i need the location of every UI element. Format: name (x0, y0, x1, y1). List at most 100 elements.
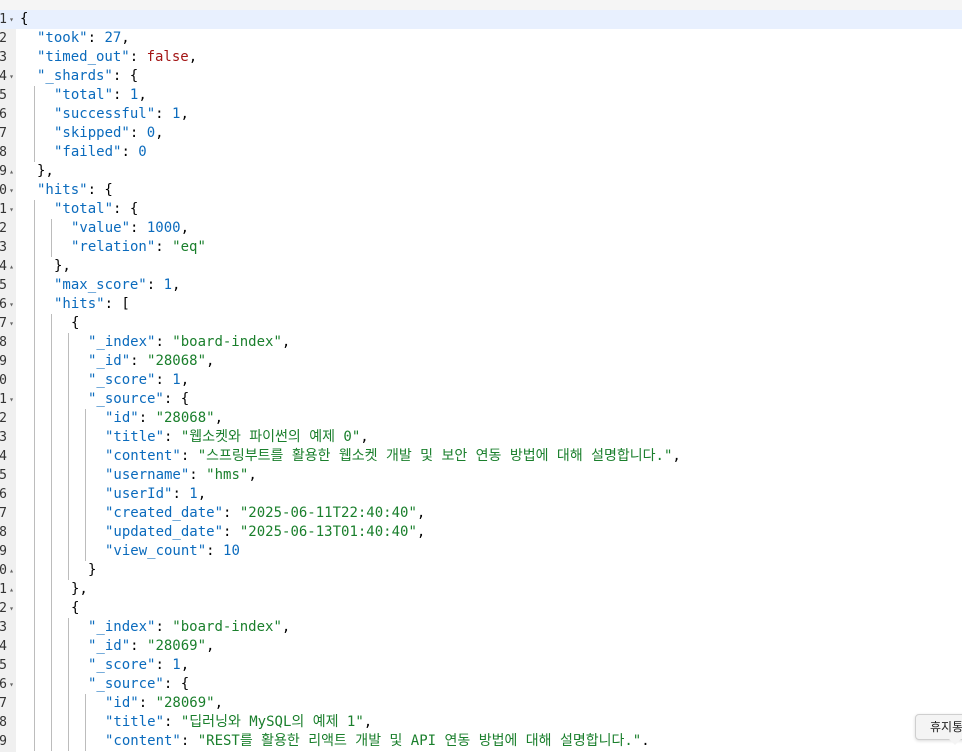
json-punct: : (206, 543, 224, 559)
code-line: 29 "view_count": 10 (0, 542, 962, 561)
indent-guide (34, 466, 35, 485)
line-number: 20 (0, 373, 7, 388)
indent-guide (68, 466, 69, 485)
json-key: "failed" (54, 144, 122, 160)
json-key: "title" (105, 429, 165, 445)
code-line: 14▴}, (0, 257, 962, 276)
code-text: } (88, 561, 96, 580)
indent-guide (34, 219, 35, 238)
code-line: 25 "username": "hms", (0, 466, 962, 485)
indent-guide (51, 390, 52, 409)
indent-guide (51, 580, 52, 599)
indent-guide (85, 466, 86, 485)
code-line: 15 "max_score": 1, (0, 276, 962, 295)
json-number: 1 (163, 277, 173, 293)
line-number: 4 (0, 69, 7, 84)
code-line: 5 "total": 1, (0, 86, 962, 105)
indent-guide (51, 409, 52, 428)
json-punct: , (197, 486, 207, 502)
fold-toggle-icon[interactable]: ▾ (7, 599, 16, 618)
json-key: "_shards" (37, 68, 113, 84)
indent-guide (51, 219, 52, 238)
fold-toggle-icon[interactable]: ▾ (7, 390, 16, 409)
code-text: "hits": { (37, 181, 113, 200)
json-punct: : (138, 410, 156, 426)
indent-guide (34, 105, 35, 124)
line-number: 19 (0, 354, 7, 369)
json-punct: : [ (104, 296, 130, 312)
indent-guide (68, 447, 69, 466)
indent-guide (68, 618, 69, 637)
code-line: 23 "title": "웹소켓와 파이썬의 예제 0", (0, 428, 962, 447)
code-line: 4 ▾ "_shards": { (0, 67, 962, 86)
code-text: { (71, 599, 79, 618)
json-punct: , (672, 448, 681, 464)
json-punct: : (130, 353, 148, 369)
fold-toggle-icon[interactable]: ▾ (7, 295, 16, 314)
json-punct: , (155, 125, 164, 141)
indent-guide (68, 428, 69, 447)
code-line: 2 "took": 27, (0, 29, 962, 48)
json-key: "view_count" (105, 543, 207, 559)
fold-toggle-icon[interactable]: ▾ (7, 314, 16, 333)
fold-toggle-icon[interactable]: ▾ (7, 200, 16, 219)
code-text: "successful": 1, (54, 105, 189, 124)
json-number: 27 (104, 30, 122, 46)
json-punct: , (121, 30, 130, 46)
json-punct: , (188, 49, 198, 65)
json-number: 10 (223, 543, 240, 559)
indent-guide (85, 713, 86, 732)
json-punct: , (416, 505, 426, 521)
fold-toggle-icon[interactable]: ▾ (7, 67, 16, 86)
indent-guide (34, 523, 35, 542)
json-punct: , (206, 353, 215, 369)
json-punct: : (155, 657, 173, 673)
json-punct: . (641, 733, 650, 749)
fold-end-icon: ▴ (9, 566, 14, 575)
json-key: "_source" (88, 676, 164, 692)
json-punct: , (214, 410, 224, 426)
json-punct: : (164, 714, 181, 730)
indent-guide (85, 485, 86, 504)
code-line: 38 "title": "딥러닝와 MySQL의 예제 1", (0, 713, 962, 732)
json-punct: : (164, 429, 181, 445)
line-number: 36 (0, 677, 7, 692)
line-number: 23 (0, 430, 7, 445)
json-punct: : (113, 87, 130, 103)
code-text: { (71, 314, 79, 333)
json-key: "id" (105, 695, 139, 711)
json-punct: }, (54, 258, 71, 274)
code-line: 19 "_id": "28068", (0, 352, 962, 371)
indent-guide (51, 675, 52, 694)
json-punct: { (71, 600, 80, 616)
code-text: "title": "딥러닝와 MySQL의 예제 1", (105, 713, 372, 732)
json-punct: : { (87, 182, 113, 198)
json-string: "스프링부트를 활용한 웹소켓 개발 및 보안 연동 방법에 대해 설명합니다.… (197, 448, 673, 464)
json-key: "_score" (88, 372, 156, 388)
fold-end-icon: ▴ (9, 167, 14, 176)
json-string: "28068" (147, 353, 207, 369)
code-text: "id": "28068", (105, 409, 223, 428)
line-number: 1 (0, 12, 7, 27)
code-text: "updated_date": "2025-06-13T01:40:40", (105, 523, 425, 542)
json-punct: : (180, 448, 198, 464)
code-line: 27 "created_date": "2025-06-11T22:40:40", (0, 504, 962, 523)
indent-guide (68, 542, 69, 561)
fold-toggle-icon[interactable]: ▾ (7, 10, 16, 29)
json-punct: , (360, 429, 369, 445)
indent-guide (34, 238, 35, 257)
indent-guide (68, 390, 69, 409)
indent-guide (85, 732, 86, 751)
indent-guide (51, 466, 52, 485)
json-punct: : (87, 30, 105, 46)
json-boolean: false (146, 49, 189, 65)
code-text: "value": 1000, (71, 219, 189, 238)
indent-guide (34, 295, 35, 314)
fold-toggle-icon[interactable]: ▾ (7, 181, 16, 200)
json-punct: , (180, 657, 190, 673)
json-punct: : { (163, 391, 190, 407)
json-string: "eq" (172, 239, 206, 255)
code-text: "created_date": "2025-06-11T22:40:40", (105, 504, 425, 523)
json-viewer: 1 ▾{2 "took": 27, 3 "timed_out": false, 4 ▾ "_s… (0, 0, 962, 752)
fold-toggle-icon[interactable]: ▾ (7, 675, 16, 694)
